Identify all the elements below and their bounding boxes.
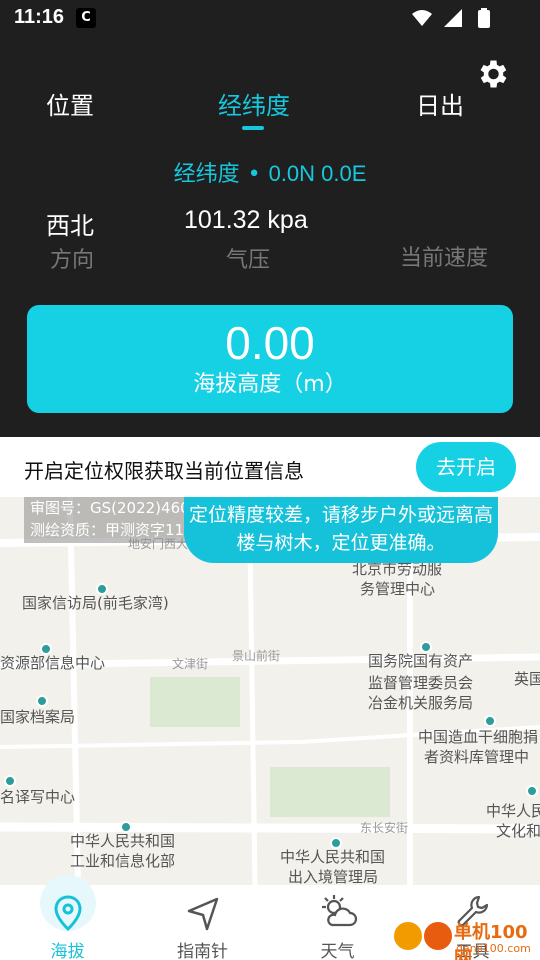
app-notification-icon: C (76, 8, 96, 28)
nav-label: 海拔 (50, 942, 85, 960)
battery-icon (478, 10, 490, 28)
tab-coordinates[interactable]: 经纬度 (218, 86, 290, 121)
status-bar: 11:16 C (0, 0, 540, 36)
map-poi-marker (4, 775, 16, 787)
signal-icon (444, 9, 462, 27)
weather-icon (322, 895, 358, 927)
permission-text: 开启定位权限获取当前位置信息 (24, 459, 304, 483)
nav-compass[interactable]: 指南针 (135, 885, 270, 960)
map-poi-label: 名译写中心 (0, 788, 76, 806)
dot-separator: • (247, 162, 261, 187)
street-label: 文津街 (172, 657, 209, 671)
map-poi-marker (484, 715, 496, 727)
navigation-arrow-icon (187, 897, 219, 931)
map-poi-label: 中国造血干细胞捐 (418, 728, 539, 746)
status-time: 11:16 (14, 6, 65, 28)
status-icons (412, 8, 490, 28)
nav-label: 天气 (320, 942, 355, 960)
watermark-subtext: danji100.com (456, 942, 531, 955)
map-poi-label: 中华人民共和国 (280, 848, 386, 866)
map-poi-label: 中华人民 (486, 802, 540, 820)
map-poi-marker (36, 695, 48, 707)
pressure-value: 101.32 kpa (184, 206, 308, 234)
tab-location[interactable]: 位置 (46, 86, 94, 121)
altitude-value: 0.00 (225, 317, 315, 369)
map-poi-label: 文化和 (496, 822, 540, 840)
altitude-card: 0.00 海拔高度（m） (27, 305, 513, 413)
enable-location-button[interactable]: 去开启 (416, 442, 516, 492)
direction-label: 方向 (50, 248, 95, 273)
coordinates-value: 0.0N 0.0E (268, 161, 367, 186)
map-poi-label: 国家档案局 (0, 708, 76, 726)
map-poi-label: 冶金机关服务局 (368, 694, 474, 712)
map-poi-label: 国家信访局(前毛家湾) (22, 594, 169, 612)
map-poi-label: 监督管理委员会 (368, 674, 474, 692)
accuracy-toast: 定位精度较差，请移步户外或远离高楼与树木，定位更准确。 (184, 497, 498, 563)
speed-label: 当前速度 (400, 246, 489, 271)
map-poi-label: 资源部信息中心 (0, 654, 106, 672)
map-poi-label: 工业和信息化部 (70, 852, 176, 870)
site-watermark: 单机100网 danji100.com (392, 916, 540, 960)
nav-altitude[interactable]: 海拔 (0, 875, 135, 960)
location-pin-icon (54, 895, 82, 932)
map-poi-label: 者资料库管理中 (424, 748, 530, 766)
watermark-logo (422, 920, 454, 952)
pressure-label: 气压 (226, 248, 271, 273)
map-poi-label: 务管理中心 (360, 580, 436, 598)
permission-banner: 开启定位权限获取当前位置信息 去开启 (0, 437, 540, 497)
map-poi-label: 英国 (514, 670, 540, 688)
coordinates-label: 经纬度 (173, 162, 240, 187)
watermark-logo (392, 920, 424, 952)
map-poi-label: 出入境管理局 (288, 868, 379, 885)
map-view[interactable]: 地安门西大 文津街 景山前街 东长安街 北京市劳动服 务管理中心 国家信访局(前… (0, 497, 540, 885)
coordinates-line: 经纬度 • 0.0N 0.0E (0, 156, 540, 188)
map-poi-marker (526, 785, 538, 797)
header: 位置 经纬度 日出 经纬度 • 0.0N 0.0E 西北 101.32 kpa 方向… (0, 36, 540, 436)
map-poi-label: 中华人民共和国 (70, 832, 176, 850)
map-poi-label: 国务院国有资产 (368, 652, 474, 670)
active-tab-indicator (242, 126, 264, 130)
altitude-label: 海拔高度（m） (193, 372, 347, 397)
tab-sunrise[interactable]: 日出 (416, 86, 464, 121)
wifi-icon (412, 10, 432, 26)
street-label: 景山前街 (232, 649, 281, 663)
gear-icon[interactable] (474, 56, 510, 92)
nav-weather[interactable]: 天气 (270, 885, 405, 960)
nav-label: 指南针 (177, 942, 228, 960)
street-label: 东长安街 (360, 821, 409, 835)
direction-value: 西北 (46, 212, 94, 240)
